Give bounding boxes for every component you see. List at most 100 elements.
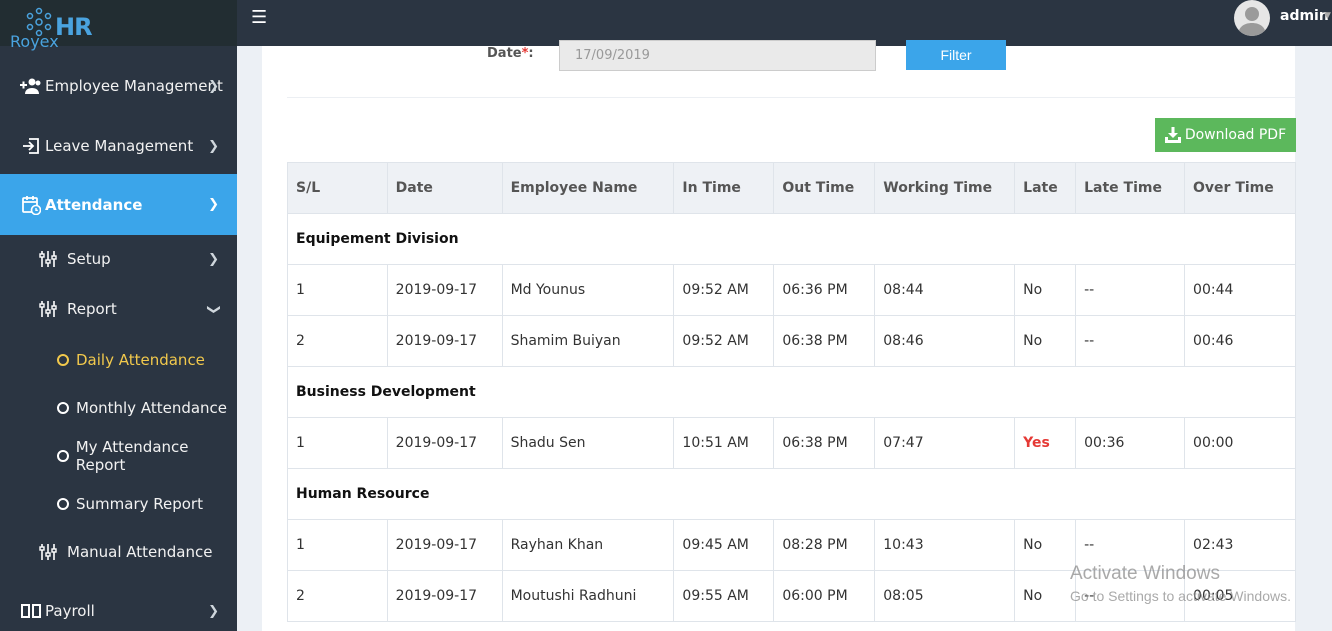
sidebar-item-summary-report[interactable]: Summary Report [0,480,237,528]
column-header: Out Time [773,162,876,214]
circle-icon [57,450,69,462]
table-cell: Rayhan Khan [501,519,675,571]
sliders-icon [38,543,58,561]
table-cell: -- [1075,264,1186,316]
sidebar-item-label: Leave Management [45,137,194,155]
table-cell: 09:52 AM [673,315,775,367]
sidebar-item-setup[interactable]: Setup ❯ [0,235,237,283]
table-cell: 00:00 [1184,417,1296,469]
table-body: Equipement Division 1 2019-09-17 Md Younus 0… [287,213,1296,622]
sliders-icon [38,250,58,268]
brand-short: HR [55,13,93,41]
table-cell: 06:38 PM [773,417,876,469]
table-cell: 06:38 PM [773,315,876,367]
table-cell: 10:43 [874,519,1016,571]
department-name: Business Development [287,366,1296,418]
table-cell: No [1014,519,1077,571]
caret-down-icon[interactable]: ▼ [1324,11,1331,21]
table-cell: 06:36 PM [773,264,876,316]
sign-in-icon [17,137,45,155]
date-input[interactable]: 17/09/2019 [559,40,876,71]
sidebar-item-label: Setup [67,250,111,268]
chevron-down-icon: ❯ [206,303,222,315]
chevron-right-icon: ❯ [208,251,219,267]
table-cell: 1 [287,264,388,316]
sidebar-item-daily-attendance[interactable]: Daily Attendance [0,336,237,384]
download-pdf-button[interactable]: Download PDF [1155,118,1296,152]
table-cell: 09:55 AM [673,570,775,622]
sidebar-item-label: Employee Management [45,77,223,95]
chevron-right-icon: ❯ [208,197,219,212]
chevron-right-icon: ❯ [208,78,219,94]
sidebar-item-report[interactable]: Report ❯ [0,285,237,333]
table-cell: 08:46 [874,315,1016,367]
table-cell: Yes [1014,417,1077,469]
table-cell: 08:05 [874,570,1016,622]
column-header: Over Time [1184,162,1296,214]
group-row: Human Resource [287,468,1296,520]
table-cell: 2019-09-17 [386,519,503,571]
department-name: Human Resource [287,468,1296,520]
user-name[interactable]: admin [1280,8,1329,24]
table-cell: -- [1075,315,1186,367]
table-cell: Moutushi Radhuni [501,570,675,622]
table-cell: 06:00 PM [773,570,876,622]
avatar[interactable] [1234,0,1270,36]
date-label-text: Date [487,46,522,61]
group-row: Business Development [287,366,1296,418]
calendar-clock-icon [17,195,45,215]
table-cell: 07:47 [874,417,1016,469]
windows-watermark-title: Activate Windows [1070,563,1220,584]
circle-icon [57,498,69,510]
brand-logo[interactable]: HR Royex [0,0,237,51]
sidebar: HR Royex Employee Management ❯ Leave Man… [0,0,237,631]
table-cell: No [1014,264,1077,316]
table-cell: Md Younus [501,264,675,316]
sliders-icon [38,300,58,318]
sidebar-item-label: Summary Report [76,495,203,513]
group-row: Equipement Division [287,213,1296,265]
table-cell: 09:52 AM [673,264,775,316]
table-cell: Shamim Buiyan [501,315,675,367]
table-cell: 1 [287,417,388,469]
filter-button[interactable]: Filter [906,40,1006,70]
column-header: In Time [673,162,775,214]
book-open-icon [17,603,45,619]
download-pdf-label: Download PDF [1184,127,1287,143]
table-cell: 2 [287,315,388,367]
sidebar-item-label: Attendance [45,195,143,214]
column-header: Late [1014,162,1077,214]
table-cell: 2 [287,570,388,622]
sidebar-item-manual-attendance[interactable]: Manual Attendance [0,528,237,576]
table-cell: No [1014,570,1077,622]
table-cell: 00:36 [1075,417,1186,469]
sidebar-item-label: Monthly Attendance [76,399,228,417]
table-cell: 08:28 PM [773,519,876,571]
sidebar-item-label: Manual Attendance [67,543,213,561]
column-header: Late Time [1075,162,1186,214]
column-header: Employee Name [501,162,675,214]
sidebar-item-attendance[interactable]: Attendance ❯ [0,174,237,235]
table-cell: No [1014,315,1077,367]
table-cell: 00:46 [1184,315,1296,367]
hamburger-menu-icon[interactable]: ☰ [251,7,267,28]
attendance-table: S/L Date Employee Name In Time Out Time Worki… [287,162,1296,622]
sidebar-item-leave-management[interactable]: Leave Management ❯ [0,122,237,170]
windows-watermark-subtitle: Go to Settings to activate Windows. [1070,588,1291,604]
sidebar-item-payroll[interactable]: Payroll ❯ [0,587,237,631]
column-header: Working Time [874,162,1016,214]
sidebar-item-monthly-attendance[interactable]: Monthly Attendance [0,384,237,432]
sidebar-item-employee-management[interactable]: Employee Management ❯ [0,62,237,110]
column-header: Date [386,162,503,214]
sidebar-item-my-attendance-report[interactable]: My Attendance Report [0,432,237,480]
column-header: S/L [287,162,388,214]
table-row: 1 2019-09-17 Shadu Sen 10:51 AM 06:38 PM 07:4… [287,417,1296,469]
table-cell: 08:44 [874,264,1016,316]
chevron-right-icon: ❯ [208,603,219,619]
table-cell: 2019-09-17 [386,570,503,622]
download-icon [1164,127,1181,143]
table-cell: 1 [287,519,388,571]
table-cell: 10:51 AM [673,417,775,469]
table-cell: 09:45 AM [673,519,775,571]
table-cell: 2019-09-17 [386,417,503,469]
